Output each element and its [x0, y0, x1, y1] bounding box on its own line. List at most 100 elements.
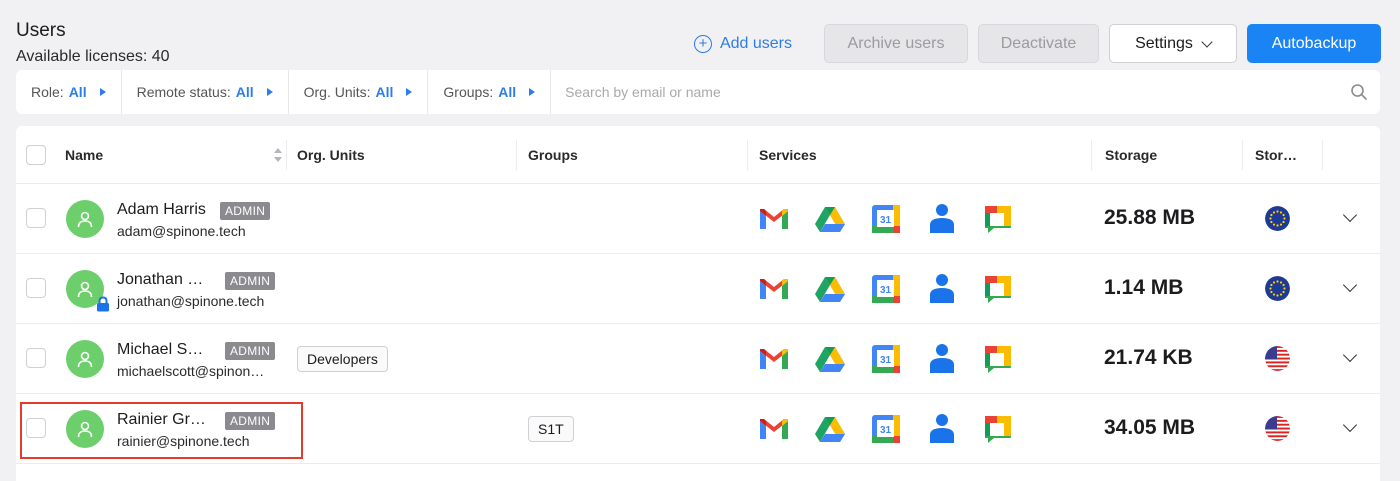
column-header-name[interactable]: Name	[65, 126, 287, 184]
filter-label: Remote status:	[136, 84, 231, 100]
lock-icon	[96, 296, 110, 317]
gmail-icon[interactable]	[757, 342, 791, 376]
google-drive-icon[interactable]	[813, 412, 847, 446]
user-email: michaelscott@spinon…	[117, 363, 265, 379]
select-all-checkbox[interactable]	[26, 145, 46, 165]
caret-right-icon	[529, 88, 536, 96]
column-header-groups[interactable]: Groups	[528, 126, 748, 184]
column-label: Org. Units	[297, 147, 365, 163]
expand-chevron-icon[interactable]	[1342, 207, 1358, 223]
column-label: Groups	[528, 147, 578, 163]
add-users-button[interactable]: + Add users	[684, 24, 802, 63]
org-unit-tag: Developers	[297, 346, 388, 372]
table-header: Name Org. Units Groups Services Storage …	[16, 126, 1380, 184]
google-calendar-icon[interactable]: 31	[869, 412, 903, 446]
row-checkbox[interactable]	[26, 348, 46, 368]
user-email: jonathan@spinone.tech	[117, 293, 265, 309]
search-icon[interactable]	[1350, 83, 1368, 101]
filter-groups[interactable]: Groups: All	[428, 70, 552, 114]
filter-value: All	[498, 84, 517, 100]
google-chat-icon[interactable]	[981, 202, 1015, 236]
user-name[interactable]: Adam Harris	[117, 201, 206, 219]
table-row[interactable]: Jonathan … ADMIN jonathan@spinone.tech 31 1.…	[16, 254, 1380, 324]
table-row[interactable]: Adam Harris ADMIN adam@spinone.tech 31 25.88…	[16, 184, 1380, 254]
user-name[interactable]: Rainier Gr…	[117, 411, 206, 429]
expand-chevron-icon[interactable]	[1342, 417, 1358, 433]
admin-badge: ADMIN	[225, 272, 276, 290]
google-contacts-icon[interactable]	[925, 272, 959, 306]
users-table: Name Org. Units Groups Services Storage …	[16, 126, 1380, 481]
table-row[interactable]: Michael S… ADMIN michaelscott@spinon… Devel…	[16, 324, 1380, 394]
admin-badge: ADMIN	[225, 412, 276, 430]
google-chat-icon[interactable]	[981, 412, 1015, 446]
column-label: Services	[759, 147, 817, 163]
deactivate-button[interactable]: Deactivate	[978, 24, 1099, 63]
licenses-count: Available licenses: 40	[16, 48, 170, 65]
row-checkbox[interactable]	[26, 208, 46, 228]
column-header-storage[interactable]: Storage	[1105, 126, 1243, 184]
caret-right-icon	[406, 88, 413, 96]
google-drive-icon[interactable]	[813, 272, 847, 306]
storage-size: 34.05 MB	[1104, 416, 1196, 439]
filter-label: Org. Units:	[303, 84, 371, 100]
settings-dropdown[interactable]: Settings	[1109, 24, 1237, 63]
filter-bar: Role: All Remote status: All Org. Units:…	[16, 70, 1380, 114]
svg-text:31: 31	[880, 285, 892, 296]
us-flag-icon	[1265, 346, 1290, 371]
table-row[interactable]: Rainier Gr… ADMIN rainier@spinone.tech S1T 3…	[16, 394, 1380, 464]
google-drive-icon[interactable]	[813, 202, 847, 236]
google-calendar-icon[interactable]: 31	[869, 272, 903, 306]
column-header-org-units[interactable]: Org. Units	[297, 126, 517, 184]
column-header-storage-region[interactable]: Stor…	[1255, 126, 1323, 184]
user-email: adam@spinone.tech	[117, 223, 246, 239]
user-name[interactable]: Michael S…	[117, 341, 203, 359]
storage-size: 25.88 MB	[1104, 206, 1196, 229]
filter-value: All	[68, 84, 87, 100]
svg-text:31: 31	[880, 425, 892, 436]
row-checkbox[interactable]	[26, 278, 46, 298]
expand-chevron-icon[interactable]	[1342, 277, 1358, 293]
avatar	[66, 340, 104, 378]
filter-org-units[interactable]: Org. Units: All	[289, 70, 429, 114]
column-label: Storage	[1105, 147, 1158, 163]
archive-users-button[interactable]: Archive users	[824, 24, 968, 63]
column-header-services: Services	[759, 126, 1092, 184]
autobackup-button[interactable]: Autobackup	[1247, 24, 1381, 63]
filter-value: All	[235, 84, 254, 100]
filter-label: Groups:	[443, 84, 494, 100]
caret-right-icon	[266, 88, 273, 96]
storage-size: 1.14 MB	[1104, 276, 1184, 299]
chevron-down-icon	[1201, 35, 1213, 48]
user-name[interactable]: Jonathan …	[117, 271, 203, 289]
eu-flag-icon	[1265, 206, 1290, 231]
storage-size: 21.74 KB	[1104, 346, 1193, 369]
add-users-label: Add users	[719, 34, 793, 52]
row-checkbox[interactable]	[26, 418, 46, 438]
avatar	[66, 200, 104, 238]
google-contacts-icon[interactable]	[925, 202, 959, 236]
google-chat-icon[interactable]	[981, 342, 1015, 376]
expand-chevron-icon[interactable]	[1342, 347, 1358, 363]
page-title: Users	[16, 20, 66, 41]
search-input[interactable]	[565, 84, 1366, 100]
google-calendar-icon[interactable]: 31	[869, 202, 903, 236]
settings-label: Settings	[1135, 34, 1193, 52]
filter-role[interactable]: Role: All	[16, 70, 122, 114]
google-contacts-icon[interactable]	[925, 342, 959, 376]
admin-badge: ADMIN	[220, 202, 271, 220]
google-contacts-icon[interactable]	[925, 412, 959, 446]
caret-right-icon	[99, 88, 106, 96]
eu-flag-icon	[1265, 276, 1290, 301]
plus-circle-icon: +	[693, 34, 712, 53]
filter-remote-status[interactable]: Remote status: All	[122, 70, 289, 114]
sort-icon[interactable]	[273, 147, 283, 163]
gmail-icon[interactable]	[757, 412, 791, 446]
google-drive-icon[interactable]	[813, 342, 847, 376]
gmail-icon[interactable]	[757, 272, 791, 306]
google-calendar-icon[interactable]: 31	[869, 342, 903, 376]
gmail-icon[interactable]	[757, 202, 791, 236]
search-box	[551, 70, 1380, 114]
admin-badge: ADMIN	[225, 342, 276, 360]
avatar	[66, 410, 104, 448]
google-chat-icon[interactable]	[981, 272, 1015, 306]
